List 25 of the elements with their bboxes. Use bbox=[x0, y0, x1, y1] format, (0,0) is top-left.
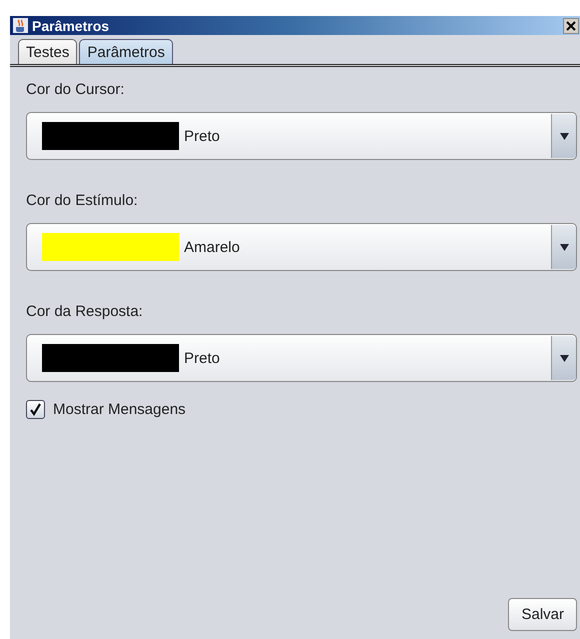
field-label: Cor do Estímulo: bbox=[26, 192, 139, 209]
caret-icon bbox=[560, 132, 568, 140]
close-button[interactable] bbox=[563, 18, 579, 34]
caret-icon bbox=[560, 354, 568, 362]
java-cup-icon bbox=[13, 18, 28, 33]
save-button[interactable]: Salvar bbox=[508, 598, 577, 631]
tab[interactable]: Parâmetros bbox=[79, 39, 173, 64]
color-dropdown[interactable]: Preto bbox=[26, 334, 577, 382]
caret-icon bbox=[560, 244, 568, 250]
color-dropdown[interactable]: Preto bbox=[26, 112, 577, 160]
dropdown-arrow-button[interactable] bbox=[551, 225, 576, 269]
dropdown-arrow-button[interactable] bbox=[551, 336, 576, 380]
dropdown-value: Amarelo bbox=[184, 238, 241, 256]
field-label: Cor da Resposta: bbox=[26, 303, 144, 320]
tab[interactable]: Testes bbox=[18, 39, 78, 64]
check-icon bbox=[29, 403, 42, 416]
color-dropdown[interactable]: Amarelo bbox=[26, 223, 577, 271]
checkbox-label: Mostrar Mensagens bbox=[53, 401, 186, 418]
close-icon bbox=[566, 20, 576, 30]
field-label: Cor do Cursor: bbox=[26, 81, 126, 98]
window-title: Parâmetros bbox=[32, 18, 110, 34]
checkbox[interactable] bbox=[26, 400, 45, 419]
dropdown-arrow-button[interactable] bbox=[551, 114, 576, 158]
dropdown-value: Preto bbox=[184, 128, 221, 144]
dropdown-value: Preto bbox=[184, 350, 221, 366]
